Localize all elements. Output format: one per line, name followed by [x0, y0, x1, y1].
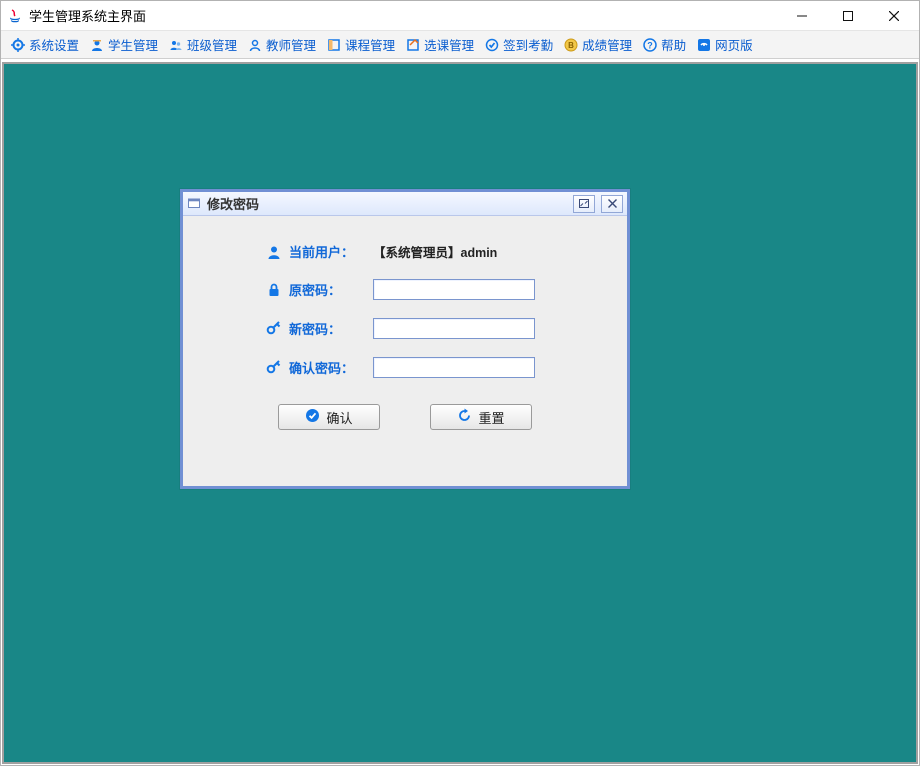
window-title: 学生管理系统主界面: [29, 6, 779, 25]
toolbar-item-label: 班级管理: [187, 35, 237, 54]
close-button[interactable]: [871, 2, 917, 30]
user-icon: [265, 243, 283, 261]
toolbar-item-selection-management[interactable]: 选课管理: [402, 33, 477, 56]
lock-icon: [265, 281, 283, 299]
toolbar-item-label: 学生管理: [108, 35, 158, 54]
key-icon: [265, 320, 283, 338]
course-icon: [326, 37, 342, 53]
svg-text:?: ?: [647, 40, 653, 50]
refresh-icon: [457, 408, 472, 426]
gear-icon: [10, 37, 26, 53]
toolbar-item-label: 网页版: [715, 35, 753, 54]
minimize-button[interactable]: [779, 2, 825, 30]
subwindow-content: 当前用户： 【系统管理员】admin 原密码： 新密码：: [183, 216, 627, 446]
new-password-row: 新密码：: [265, 318, 607, 339]
app-window: 学生管理系统主界面 系统设置 学生管理 班级管理: [0, 0, 920, 766]
toolbar-item-attendance[interactable]: 签到考勤: [481, 33, 556, 56]
help-icon: ?: [642, 37, 658, 53]
change-password-window: 修改密码 当前用户： 【系统管理员】admin: [180, 189, 630, 489]
toolbar-item-grade-management[interactable]: B 成绩管理: [560, 33, 635, 56]
teacher-icon: [247, 37, 263, 53]
current-user-value: 【系统管理员】admin: [373, 242, 497, 261]
ok-button[interactable]: 确认: [278, 404, 380, 430]
svg-text:B: B: [568, 41, 574, 50]
toolbar-item-course-management[interactable]: 课程管理: [323, 33, 398, 56]
main-toolbar: 系统设置 学生管理 班级管理 教师管理 课程管理: [1, 31, 919, 59]
toolbar-item-label: 教师管理: [266, 35, 316, 54]
attendance-icon: [484, 37, 500, 53]
old-password-row: 原密码：: [265, 279, 607, 300]
toolbar-item-label: 选课管理: [424, 35, 474, 54]
subwindow-title: 修改密码: [207, 194, 567, 213]
old-password-input[interactable]: [373, 279, 535, 300]
reset-button-label: 重置: [478, 408, 504, 427]
toolbar-item-system-settings[interactable]: 系统设置: [7, 33, 82, 56]
current-user-label: 当前用户：: [289, 242, 373, 261]
toolbar-item-teacher-management[interactable]: 教师管理: [244, 33, 319, 56]
toolbar-item-help[interactable]: ? 帮助: [639, 33, 689, 56]
toolbar-item-class-management[interactable]: 班级管理: [165, 33, 240, 56]
student-icon: [89, 37, 105, 53]
selection-icon: [405, 37, 421, 53]
reset-button[interactable]: 重置: [430, 404, 532, 430]
new-password-label: 新密码：: [289, 319, 373, 338]
mdi-area: 修改密码 当前用户： 【系统管理员】admin: [2, 62, 918, 764]
new-password-input[interactable]: [373, 318, 535, 339]
subwindow-maximize-button[interactable]: [573, 195, 595, 213]
toolbar-item-student-management[interactable]: 学生管理: [86, 33, 161, 56]
confirm-password-label: 确认密码：: [289, 358, 373, 377]
key-icon: [265, 359, 283, 377]
confirm-password-row: 确认密码：: [265, 357, 607, 378]
class-icon: [168, 37, 184, 53]
subwindow-titlebar: 修改密码: [183, 192, 627, 216]
os-titlebar: 学生管理系统主界面: [1, 1, 919, 31]
current-user-row: 当前用户： 【系统管理员】admin: [265, 242, 607, 261]
toolbar-item-label: 课程管理: [345, 35, 395, 54]
web-icon: [696, 37, 712, 53]
toolbar-item-label: 签到考勤: [503, 35, 553, 54]
subwindow-close-button[interactable]: [601, 195, 623, 213]
ok-button-label: 确认: [326, 408, 352, 427]
old-password-label: 原密码：: [289, 280, 373, 299]
check-circle-icon: [305, 408, 320, 426]
toolbar-item-web-version[interactable]: 网页版: [693, 33, 756, 56]
button-row: 确认 重置: [203, 404, 607, 430]
confirm-password-input[interactable]: [373, 357, 535, 378]
toolbar-item-label: 帮助: [661, 35, 686, 54]
toolbar-item-label: 系统设置: [29, 35, 79, 54]
grade-icon: B: [563, 37, 579, 53]
toolbar-item-label: 成绩管理: [582, 35, 632, 54]
window-icon: [187, 196, 203, 212]
java-icon: [7, 8, 23, 24]
maximize-button[interactable]: [825, 2, 871, 30]
